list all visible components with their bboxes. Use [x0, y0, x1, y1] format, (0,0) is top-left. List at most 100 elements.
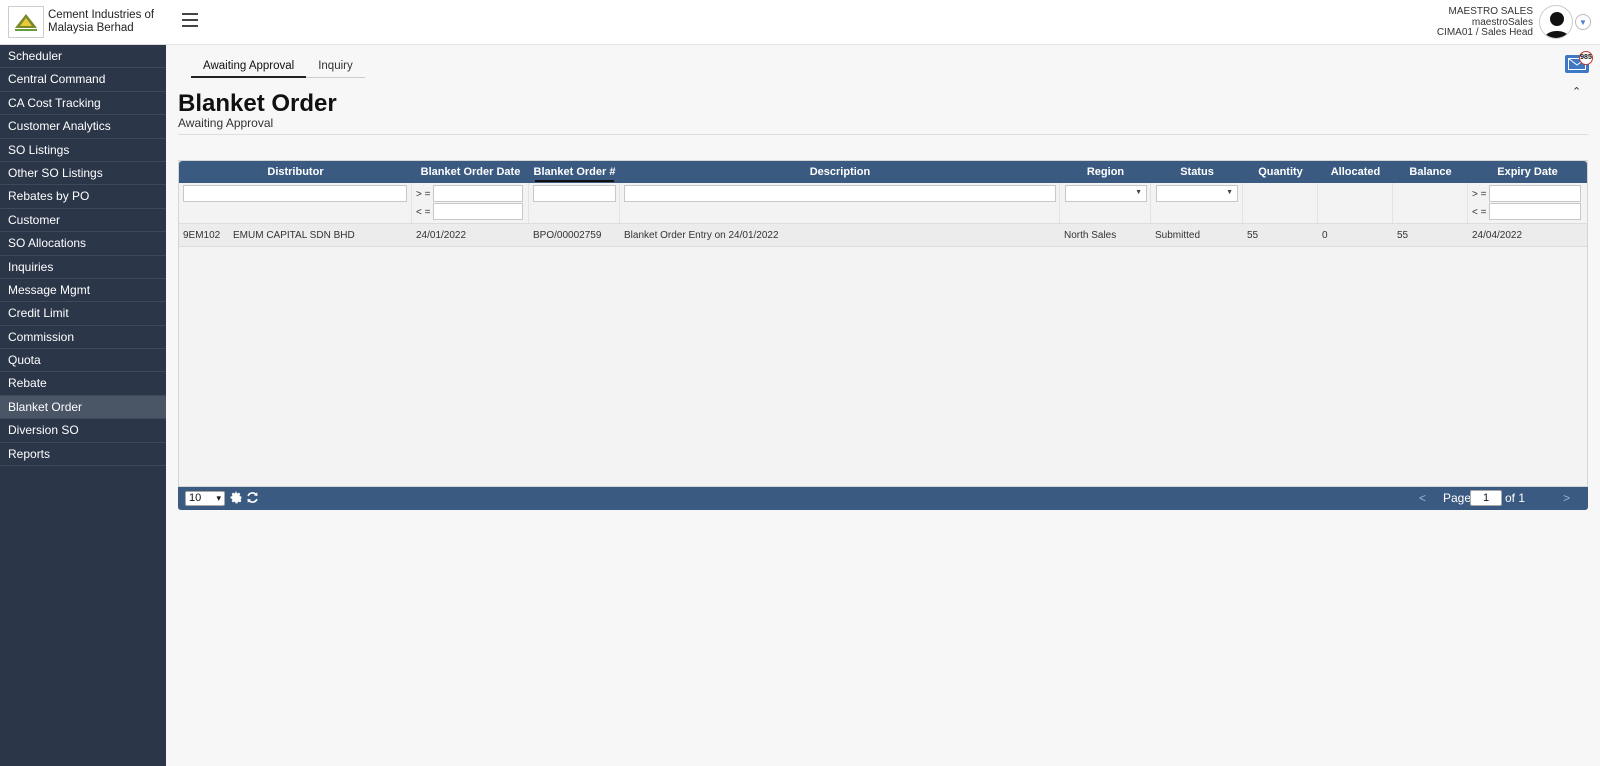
gear-icon[interactable]	[230, 491, 243, 504]
ge-operator-label: > =	[416, 189, 431, 200]
pager: 10 ▾ < Page 1 of 1 >	[178, 487, 1588, 510]
filter-cell-status: ▼	[1151, 183, 1243, 223]
filter-cell-expiry: > = < =	[1468, 183, 1587, 223]
description-filter-input[interactable]	[624, 185, 1056, 202]
divider	[178, 134, 1588, 135]
prev-page-button[interactable]: <	[1419, 491, 1426, 505]
date-to-filter-input[interactable]	[433, 203, 523, 220]
cell-date: 24/01/2022	[416, 230, 467, 241]
filter-row: > = < = ▼ ▼ > = < =	[179, 183, 1587, 224]
col-description[interactable]: Description	[620, 161, 1060, 183]
le-operator-label: < =	[416, 207, 431, 218]
col-distributor[interactable]: Distributor	[179, 161, 412, 183]
tab-inquiry[interactable]: Inquiry	[306, 59, 365, 78]
col-blanket-order-date[interactable]: Blanket Order Date	[412, 161, 529, 183]
col-balance[interactable]: Balance	[1393, 161, 1468, 183]
sidebar-nav: Scheduler Central Command CA Cost Tracking…	[0, 45, 166, 467]
cell-expiry: 24/04/2022	[1472, 230, 1523, 241]
expiry-from-filter-input[interactable]	[1489, 185, 1581, 202]
filter-cell-distributor	[179, 183, 412, 223]
mail-button[interactable]: 985	[1565, 51, 1593, 73]
collapse-chevron-up-icon[interactable]: ⌃	[1572, 85, 1581, 98]
col-region[interactable]: Region	[1060, 161, 1151, 183]
le-operator-label: < =	[1472, 207, 1487, 218]
page-total-label: of 1	[1505, 491, 1526, 505]
cell-region: North Sales	[1064, 230, 1117, 241]
caret-down-icon: ▼	[1135, 189, 1142, 196]
cell-balance: 55	[1397, 230, 1409, 241]
col-blanket-order-no[interactable]: Blanket Order #	[529, 161, 620, 183]
sidebar-item-inquiries[interactable]: Inquiries	[0, 256, 166, 279]
filter-cell-allocated	[1318, 183, 1393, 223]
tab-awaiting-approval[interactable]: Awaiting Approval	[191, 59, 307, 78]
grid-header: Distributor Blanket Order Date Blanket O…	[179, 161, 1587, 183]
expiry-to-filter-input[interactable]	[1489, 203, 1581, 220]
status-filter-select[interactable]: ▼	[1156, 185, 1238, 202]
avatar[interactable]	[1539, 5, 1573, 39]
sidebar-item-ca-cost-tracking[interactable]: CA Cost Tracking	[0, 92, 166, 116]
ge-operator-label: > =	[1472, 189, 1487, 200]
page-subtitle: Awaiting Approval	[178, 116, 274, 130]
mail-count-badge: 985	[1579, 51, 1593, 65]
sidebar-item-so-allocations[interactable]: SO Allocations	[0, 232, 166, 256]
sidebar-item-so-listings[interactable]: SO Listings	[0, 139, 166, 162]
sidebar-item-credit-limit[interactable]: Credit Limit	[0, 302, 166, 326]
col-quantity[interactable]: Quantity	[1243, 161, 1318, 183]
distributor-filter-input[interactable]	[183, 185, 407, 202]
caret-down-icon: ▼	[1226, 189, 1233, 196]
filter-cell-region: ▼	[1060, 183, 1151, 223]
sidebar-item-reports[interactable]: Reports	[0, 443, 166, 467]
next-page-button[interactable]: >	[1563, 491, 1570, 505]
sidebar-item-rebate[interactable]: Rebate	[0, 372, 166, 396]
topbar: MAESTRO SALES maestroSales CIMA01 / Sale…	[166, 0, 1600, 45]
cell-description: Blanket Order Entry on 24/01/2022	[624, 230, 779, 241]
region-filter-select[interactable]: ▼	[1065, 185, 1147, 202]
sidebar-item-scheduler[interactable]: Scheduler	[0, 45, 166, 69]
filter-cell-order-no	[529, 183, 620, 223]
tab-bar: Awaiting Approval Inquiry	[191, 59, 365, 78]
company-logo	[8, 6, 44, 38]
cell-status: Submitted	[1155, 230, 1201, 241]
page-size-value: 10	[189, 492, 202, 504]
page-label: Page	[1443, 491, 1472, 505]
sidebar-item-customer[interactable]: Customer	[0, 209, 166, 233]
col-allocated[interactable]: Allocated	[1318, 161, 1393, 183]
col-expiry-date[interactable]: Expiry Date	[1468, 161, 1587, 183]
sidebar-item-customer-analytics[interactable]: Customer Analytics	[0, 115, 166, 139]
table-row[interactable]: 9EM102 EMUM CAPITAL SDN BHD 24/01/2022 B…	[179, 224, 1587, 247]
col-status[interactable]: Status	[1151, 161, 1243, 183]
cell-order-no: BPO/00002759	[533, 230, 602, 241]
user-display-name: MAESTRO SALES	[1448, 6, 1533, 17]
cell-distributor-name: EMUM CAPITAL SDN BHD	[233, 230, 355, 241]
user-info: MAESTRO SALES maestroSales CIMA01 / Sale…	[1436, 6, 1533, 39]
filter-cell-date: > = < =	[412, 183, 529, 223]
refresh-icon[interactable]	[246, 491, 259, 504]
filter-cell-quantity	[1243, 183, 1318, 223]
cell-allocated: 0	[1322, 230, 1328, 241]
chevron-down-icon: ▾	[216, 493, 221, 503]
user-role: CIMA01 / Sales Head	[1436, 27, 1533, 38]
sidebar-item-central-command[interactable]: Central Command	[0, 68, 166, 92]
cell-quantity: 55	[1247, 230, 1259, 241]
sidebar-item-diversion-so[interactable]: Diversion SO	[0, 419, 166, 443]
data-grid: Distributor Blanket Order Date Blanket O…	[178, 160, 1588, 487]
sidebar-item-other-so-listings[interactable]: Other SO Listings	[0, 162, 166, 186]
company-name: Cement Industries of Malaysia Berhad	[48, 9, 155, 34]
order-no-filter-input[interactable]	[533, 185, 616, 202]
brand[interactable]: Cement Industries of Malaysia Berhad	[0, 0, 166, 45]
page-number-input[interactable]: 1	[1470, 490, 1502, 506]
sidebar-item-blanket-order[interactable]: Blanket Order	[0, 395, 166, 420]
menu-toggle-icon[interactable]	[182, 13, 198, 27]
filter-cell-description	[620, 183, 1060, 223]
sidebar-item-quota[interactable]: Quota	[0, 349, 166, 373]
sidebar-item-rebates-by-po[interactable]: Rebates by PO	[0, 185, 166, 209]
filter-cell-balance	[1393, 183, 1468, 223]
sidebar: Cement Industries of Malaysia Berhad Sch…	[0, 0, 166, 766]
page-title: Blanket Order	[178, 90, 337, 117]
sidebar-item-commission[interactable]: Commission	[0, 326, 166, 350]
page-size-select[interactable]: 10 ▾	[185, 491, 225, 506]
user-menu-chevron-icon[interactable]: ▼	[1575, 14, 1591, 30]
sidebar-item-message-mgmt[interactable]: Message Mgmt	[0, 279, 166, 303]
cell-distributor-code: 9EM102	[183, 230, 221, 241]
date-from-filter-input[interactable]	[433, 185, 523, 202]
